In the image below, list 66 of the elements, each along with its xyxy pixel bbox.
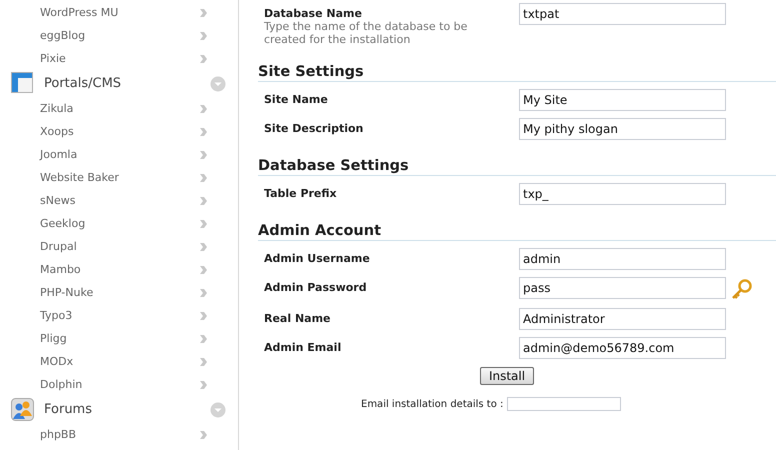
input-field[interactable]: My pithy slogan: [519, 118, 726, 140]
sidebar-item[interactable]: eggBlog: [0, 24, 238, 47]
install-button[interactable]: Install: [480, 367, 534, 385]
sidebar-item[interactable]: Mambo: [0, 258, 238, 281]
category-header[interactable]: Portals/CMS: [0, 70, 238, 97]
field-label: Site Description: [264, 121, 364, 135]
window-icon: [11, 72, 34, 95]
input-field[interactable]: My Site: [519, 89, 726, 111]
field-label: Table Prefix: [264, 186, 338, 200]
sidebar-item[interactable]: Geeklog: [0, 212, 238, 235]
key-icon: [730, 279, 752, 301]
chevron-right-icon: [199, 126, 208, 136]
section-heading: Database Settings: [258, 158, 776, 176]
chevron-right-icon: [199, 288, 208, 298]
category-label: Forums: [44, 402, 93, 417]
chevron-right-icon: [199, 242, 208, 252]
category-header[interactable]: Forums: [0, 396, 238, 423]
input-field[interactable]: Administrator: [519, 308, 726, 330]
section-heading: Admin Account: [258, 223, 776, 241]
chevron-right-icon: [199, 172, 208, 182]
sidebar-item[interactable]: Pixie: [0, 47, 238, 70]
sidebar-item[interactable]: PHP-Nuke: [0, 281, 238, 304]
sidebar-item[interactable]: WordPress MU: [0, 1, 238, 24]
sidebar-item[interactable]: Pligg: [0, 327, 238, 350]
sidebar-item[interactable]: Zikula: [0, 97, 238, 120]
email-input-field[interactable]: [507, 397, 622, 411]
field-label: Site Name: [264, 92, 329, 106]
chevron-right-icon: [199, 218, 208, 228]
chevron-right-icon: [199, 150, 208, 160]
email-label: Email installation details to :: [361, 398, 504, 410]
field-label: Admin Email: [264, 340, 342, 354]
chevron-right-icon: [199, 196, 208, 206]
chevron-right-icon: [199, 356, 208, 366]
field-label: Admin Username: [264, 251, 371, 265]
field-label: Real Name: [264, 311, 332, 325]
input-field[interactable]: admin: [519, 248, 726, 270]
field-label: Admin Password: [264, 280, 368, 294]
chevron-right-icon: [199, 334, 208, 344]
input-field[interactable]: admin@demo56789.com: [519, 337, 726, 359]
sidebar-item[interactable]: Dolphin: [0, 373, 238, 396]
chevron-right-icon: [199, 264, 208, 274]
input-field[interactable]: txtpat: [519, 3, 726, 25]
chevron-down-icon: [210, 76, 226, 92]
chevron-right-icon: [199, 104, 208, 114]
sidebar-item[interactable]: Drupal: [0, 235, 238, 258]
chevron-right-icon: [199, 54, 208, 64]
section-heading: Site Settings: [258, 64, 776, 82]
sidebar-item[interactable]: MODx: [0, 350, 238, 373]
chevron-down-icon: [210, 402, 226, 418]
chevron-right-icon: [199, 430, 208, 440]
sidebar-item[interactable]: Joomla: [0, 143, 238, 166]
category-label: Portals/CMS: [44, 76, 122, 91]
sidebar-item[interactable]: phpBB: [0, 423, 238, 446]
sidebar-item[interactable]: Xoops: [0, 120, 238, 143]
input-field[interactable]: pass: [519, 277, 726, 299]
field-hint: Type the name of the database to be created for the installation: [264, 20, 468, 46]
chevron-right-icon: [199, 30, 208, 40]
input-field[interactable]: txp_: [519, 183, 726, 205]
chevron-right-icon: [199, 310, 208, 320]
chevron-right-icon: [199, 8, 208, 18]
sidebar-item[interactable]: sNews: [0, 189, 238, 212]
people-icon: [11, 398, 34, 421]
field-label: Database Name: [264, 6, 363, 20]
sidebar-item[interactable]: Typo3: [0, 304, 238, 327]
sidebar-item[interactable]: Website Baker: [0, 166, 238, 189]
chevron-right-icon: [199, 380, 208, 390]
